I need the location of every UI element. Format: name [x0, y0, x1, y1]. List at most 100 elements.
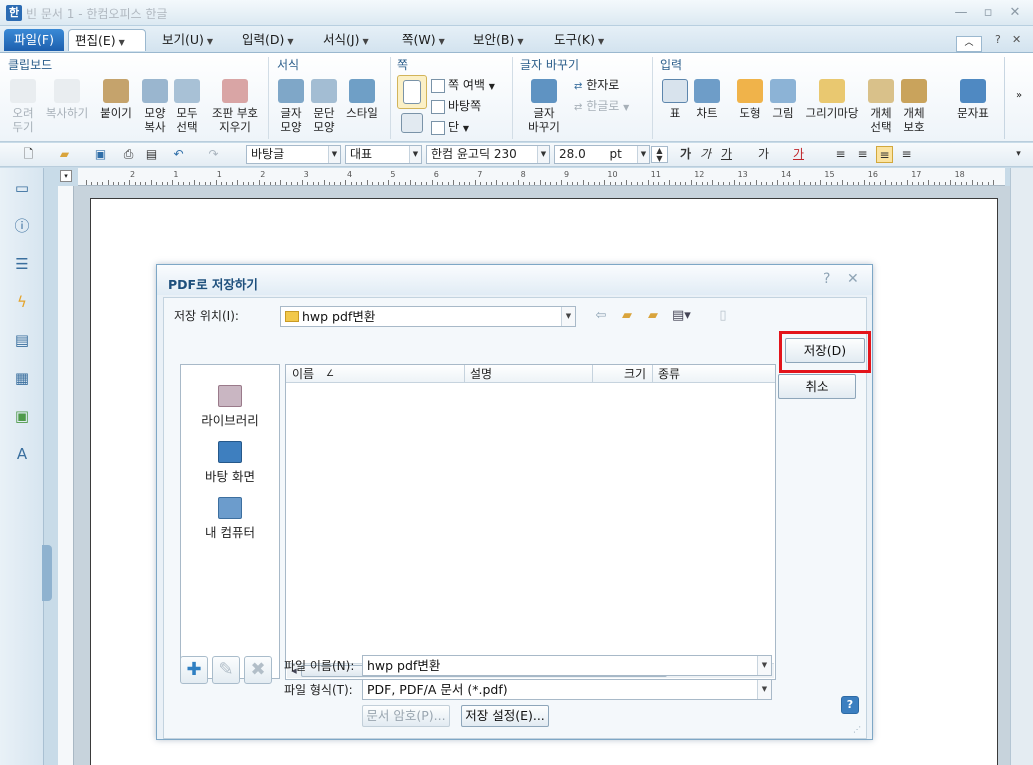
print-icon[interactable]: ⎙: [120, 146, 137, 163]
para-shape-button[interactable]: 문단 모양: [309, 79, 339, 134]
column-desc[interactable]: 설명: [470, 366, 492, 382]
close-doc-icon[interactable]: ✕: [1006, 29, 1027, 51]
filetype-select[interactable]: PDF, PDF/A 문서 (*.pdf) ▼: [362, 679, 772, 700]
page-bg-button[interactable]: 바탕쪽: [431, 98, 481, 114]
remove-codes-button[interactable]: 조판 부호 지우기: [205, 79, 265, 134]
columns-button[interactable]: 단 ▼: [431, 119, 469, 137]
up-folder-icon[interactable]: ▰: [618, 307, 636, 325]
undo-icon[interactable]: ↶: [170, 146, 187, 163]
tab-tools[interactable]: 도구(K) ▼: [548, 29, 610, 51]
tab-security[interactable]: 보안(B) ▼: [467, 29, 530, 51]
font-color-icon[interactable]: 가: [790, 146, 807, 163]
hangul-button[interactable]: ⇄ 한글로 ▼: [574, 98, 629, 116]
ruler-corner-icon[interactable]: ▾: [60, 170, 72, 182]
shape-copy-button[interactable]: 모양 복사: [140, 79, 170, 134]
picture-button[interactable]: 그림: [768, 79, 798, 120]
close-icon[interactable]: ✕: [847, 271, 859, 287]
new-folder-icon[interactable]: ▰: [644, 307, 662, 325]
copy-button[interactable]: 복사하기: [42, 79, 92, 120]
preview-icon[interactable]: ▤: [143, 146, 160, 163]
char-swap-button[interactable]: 글자 바꾸기: [522, 79, 566, 134]
image-icon[interactable]: ▣: [12, 406, 32, 426]
chart-button[interactable]: 차트: [692, 79, 722, 120]
column-type[interactable]: 종류: [658, 366, 680, 382]
italic-icon[interactable]: 가: [697, 146, 714, 163]
hanja-button[interactable]: ⇄ 한자로: [574, 77, 619, 95]
minimize-icon[interactable]: —: [950, 4, 972, 22]
symbol-button[interactable]: 문자표: [951, 79, 995, 120]
bold-icon[interactable]: 가: [677, 146, 694, 163]
chevron-down-icon[interactable]: ▼: [119, 38, 125, 47]
help-icon[interactable]: ?: [823, 271, 830, 287]
column-divider[interactable]: [592, 365, 593, 382]
page-layout-button[interactable]: [398, 113, 426, 136]
column-divider[interactable]: [464, 365, 465, 382]
close-icon[interactable]: ✕: [1004, 4, 1026, 22]
filename-input[interactable]: hwp pdf변환 ▼: [362, 655, 772, 676]
tab-view[interactable]: 보기(U) ▼: [156, 29, 219, 51]
page-margin-button[interactable]: 쪽 여백 ▼: [431, 77, 495, 95]
font-select[interactable]: 한컴 윤고딕 230 ▼: [426, 145, 550, 164]
ribbon-collapse-icon[interactable]: ︿: [956, 36, 982, 52]
save-settings-button[interactable]: 저장 설정(E)...: [461, 705, 549, 727]
obj-select-button[interactable]: 개체 선택: [866, 79, 896, 134]
lang-select[interactable]: 대표 ▼: [345, 145, 422, 164]
obj-protect-button[interactable]: 개체 보호: [899, 79, 929, 134]
redo-icon[interactable]: ↷: [205, 146, 222, 163]
table-button[interactable]: 표: [660, 79, 690, 120]
add-place-button[interactable]: ✚: [180, 656, 208, 684]
text-style-icon[interactable]: A: [12, 444, 32, 464]
file-list[interactable]: 이름 ∠ 설명 크기 종류 ◀ ||| ▶: [285, 364, 776, 680]
delete-place-button[interactable]: ✖: [244, 656, 272, 684]
form-icon[interactable]: ▦: [12, 368, 32, 388]
new-doc-icon[interactable]: 🗋: [20, 146, 37, 163]
edit-place-button[interactable]: ✎: [212, 656, 240, 684]
place-computer[interactable]: 내 컴퓨터: [181, 497, 279, 541]
style-select[interactable]: 바탕글 ▼: [246, 145, 341, 164]
tab-page[interactable]: 쪽(W) ▼: [396, 29, 451, 51]
save-button[interactable]: 저장(D): [785, 338, 865, 363]
page-setup-button[interactable]: [397, 75, 427, 109]
style-button[interactable]: 스타일: [342, 79, 382, 120]
help-icon[interactable]: ?: [989, 29, 1007, 51]
back-icon[interactable]: ⇦: [592, 307, 610, 325]
select-all-button[interactable]: 모두 선택: [172, 79, 202, 134]
properties-icon[interactable]: ▯: [714, 307, 732, 325]
align-justify-icon[interactable]: ≡: [832, 146, 849, 163]
password-button[interactable]: 문서 암호(P)...: [362, 705, 450, 727]
vertical-scrollbar[interactable]: [1010, 168, 1033, 765]
size-input[interactable]: 28.0 pt ▼: [554, 145, 650, 164]
gallery-button[interactable]: 그리기마당: [801, 79, 863, 120]
maximize-icon[interactable]: ▫: [977, 4, 999, 22]
strike-icon[interactable]: 가: [755, 146, 772, 163]
list-icon[interactable]: ☰: [12, 254, 32, 274]
paste-button[interactable]: 붙이기: [97, 79, 135, 120]
ribbon-more-icon[interactable]: »: [1012, 89, 1026, 103]
column-size[interactable]: 크기: [624, 366, 646, 382]
tab-edit[interactable]: 편집(E) ▼: [68, 29, 146, 51]
open-folder-icon[interactable]: ▰: [56, 146, 73, 163]
location-select[interactable]: hwp pdf변환 ▼: [280, 306, 576, 327]
document-icon[interactable]: ▤: [12, 330, 32, 350]
shape-button[interactable]: 도형: [734, 79, 766, 120]
underline-icon[interactable]: 가: [718, 146, 735, 163]
place-desktop[interactable]: 바탕 화면: [181, 441, 279, 485]
book-icon[interactable]: ▭: [12, 178, 32, 198]
cancel-button[interactable]: 취소: [778, 374, 856, 399]
question-icon[interactable]: ⓘ: [12, 216, 32, 236]
char-shape-button[interactable]: 글자 모양: [276, 79, 306, 134]
tab-input[interactable]: 입력(D) ▼: [236, 29, 300, 51]
align-left-icon[interactable]: ≡: [854, 146, 871, 163]
toolbar-more-icon[interactable]: ▾: [1010, 146, 1027, 163]
align-right-icon[interactable]: ≡: [898, 146, 915, 163]
resize-grip-icon[interactable]: ⋰: [853, 725, 863, 735]
cut-button[interactable]: 오려 두기: [6, 79, 40, 134]
tab-format[interactable]: 서식(J) ▼: [317, 29, 375, 51]
sidebar-collapse-handle[interactable]: [42, 545, 52, 601]
tab-file[interactable]: 파일(F): [4, 29, 64, 51]
column-name[interactable]: 이름: [292, 366, 314, 382]
place-library[interactable]: 라이브러리: [181, 385, 279, 429]
align-center-icon[interactable]: ≡: [876, 146, 893, 163]
lightning-icon[interactable]: ϟ: [12, 292, 32, 312]
save-icon[interactable]: ▣: [92, 146, 109, 163]
